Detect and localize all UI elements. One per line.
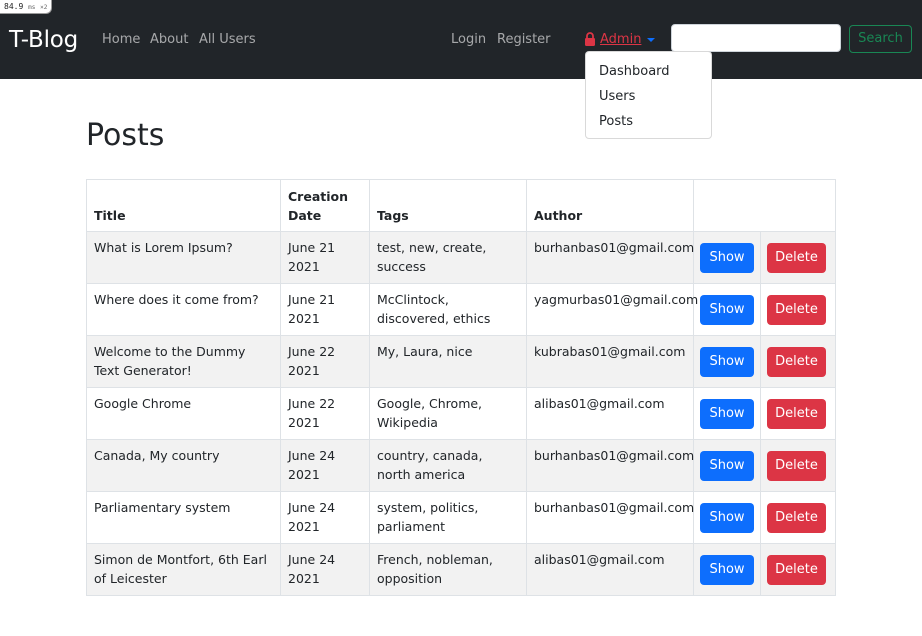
perf-badge: 84.9 ms ×2 [0, 0, 53, 14]
page-title: Posts [86, 118, 165, 153]
post-date: June 21 2021 [280, 231, 370, 284]
table-row: Parliamentary system June 24 2021 system… [86, 491, 836, 544]
show-cell: Show [693, 543, 761, 596]
nav-all-users-link[interactable]: All Users [199, 30, 256, 50]
nav-home-link[interactable]: Home [102, 30, 140, 50]
search-button[interactable]: Search [849, 25, 912, 53]
table-row: Where does it come from? June 21 2021 Mc… [86, 283, 836, 336]
delete-cell: Delete [760, 439, 836, 492]
delete-cell: Delete [760, 387, 836, 440]
post-author: kubrabas01@gmail.com [526, 335, 694, 388]
perf-multiplier: ×2 [40, 4, 48, 11]
post-date: June 24 2021 [280, 543, 370, 596]
table-row: What is Lorem Ipsum? June 21 2021 test, … [86, 231, 836, 284]
show-button[interactable]: Show [700, 502, 754, 533]
delete-button[interactable]: Delete [767, 502, 826, 533]
navbar: T-Blog Home About All Users Login Regist… [0, 0, 922, 79]
table-row: Canada, My country June 24 2021 country,… [86, 439, 836, 492]
perf-unit: ms [28, 4, 36, 11]
admin-dropdown-menu: Dashboard Users Posts [585, 51, 712, 139]
table-row: Welcome to the Dummy Text Generator! Jun… [86, 335, 836, 388]
delete-button[interactable]: Delete [767, 346, 826, 377]
table-header-row: Title Creation Date Tags Author [86, 179, 836, 232]
show-cell: Show [693, 491, 761, 544]
post-author: burhanbas01@gmail.com [526, 231, 694, 284]
delete-cell: Delete [760, 283, 836, 336]
post-title: Parliamentary system [86, 491, 281, 544]
post-date: June 24 2021 [280, 439, 370, 492]
nav-register-link[interactable]: Register [497, 30, 551, 50]
post-author: burhanbas01@gmail.com [526, 439, 694, 492]
nav-login-link[interactable]: Login [451, 30, 486, 50]
posts-table: Title Creation Date Tags Author What is … [86, 179, 836, 596]
post-author: yagmurbas01@gmail.com [526, 283, 698, 336]
delete-cell: Delete [760, 543, 836, 596]
post-date: June 21 2021 [280, 283, 370, 336]
post-title: Simon de Montfort, 6th Earl of Leicester [86, 543, 281, 596]
show-button[interactable]: Show [700, 554, 754, 585]
caret-down-icon [647, 38, 656, 42]
show-cell: Show [693, 387, 761, 440]
delete-button[interactable]: Delete [767, 398, 826, 429]
delete-button[interactable]: Delete [767, 242, 826, 273]
post-tags: Google, Chrome, Wikipedia [369, 387, 527, 440]
post-date: June 24 2021 [280, 491, 370, 544]
post-title: Canada, My country [86, 439, 281, 492]
post-title: Where does it come from? [86, 283, 281, 336]
show-cell: Show [693, 231, 761, 284]
dropdown-item-posts[interactable]: Posts [599, 113, 633, 131]
post-tags: McClintock, discovered, ethics [369, 283, 527, 336]
post-tags: My, Laura, nice [369, 335, 527, 388]
show-cell: Show [693, 283, 761, 336]
post-tags: test, new, create, success [369, 231, 527, 284]
admin-dropdown-toggle[interactable]: Admin [584, 30, 656, 50]
post-title: What is Lorem Ipsum? [86, 231, 281, 284]
table-row: Google Chrome June 22 2021 Google, Chrom… [86, 387, 836, 440]
delete-cell: Delete [760, 231, 836, 284]
brand-logo[interactable]: T-Blog [9, 25, 78, 55]
column-header-date: Creation Date [280, 179, 370, 232]
admin-label: Admin [600, 32, 642, 47]
post-tags: French, nobleman, opposition [369, 543, 527, 596]
show-cell: Show [693, 439, 761, 492]
show-button[interactable]: Show [700, 450, 754, 481]
post-title: Google Chrome [86, 387, 281, 440]
show-button[interactable]: Show [700, 346, 754, 377]
table-row: Simon de Montfort, 6th Earl of Leicester… [86, 543, 836, 596]
delete-cell: Delete [760, 335, 836, 388]
show-button[interactable]: Show [700, 294, 754, 325]
column-header-tags: Tags [369, 179, 527, 232]
post-title: Welcome to the Dummy Text Generator! [86, 335, 281, 388]
show-button[interactable]: Show [700, 398, 754, 429]
nav-about-link[interactable]: About [150, 30, 188, 50]
column-header-title: Title [86, 179, 281, 232]
post-author: burhanbas01@gmail.com [526, 491, 694, 544]
search-input[interactable] [671, 24, 841, 52]
dropdown-item-dashboard[interactable]: Dashboard [599, 63, 670, 81]
perf-value: 84.9 [4, 2, 24, 11]
dropdown-item-users[interactable]: Users [599, 88, 635, 106]
post-tags: system, politics, parliament [369, 491, 527, 544]
show-cell: Show [693, 335, 761, 388]
post-author: alibas01@gmail.com [526, 543, 694, 596]
post-tags: country, canada, north america [369, 439, 527, 492]
lock-icon [585, 32, 595, 46]
post-date: June 22 2021 [280, 387, 370, 440]
post-author: alibas01@gmail.com [526, 387, 694, 440]
delete-cell: Delete [760, 491, 836, 544]
delete-button[interactable]: Delete [767, 294, 826, 325]
delete-button[interactable]: Delete [767, 450, 826, 481]
show-button[interactable]: Show [700, 242, 754, 273]
column-header-author: Author [526, 179, 694, 232]
delete-button[interactable]: Delete [767, 554, 826, 585]
post-date: June 22 2021 [280, 335, 370, 388]
column-header-actions [693, 179, 836, 232]
